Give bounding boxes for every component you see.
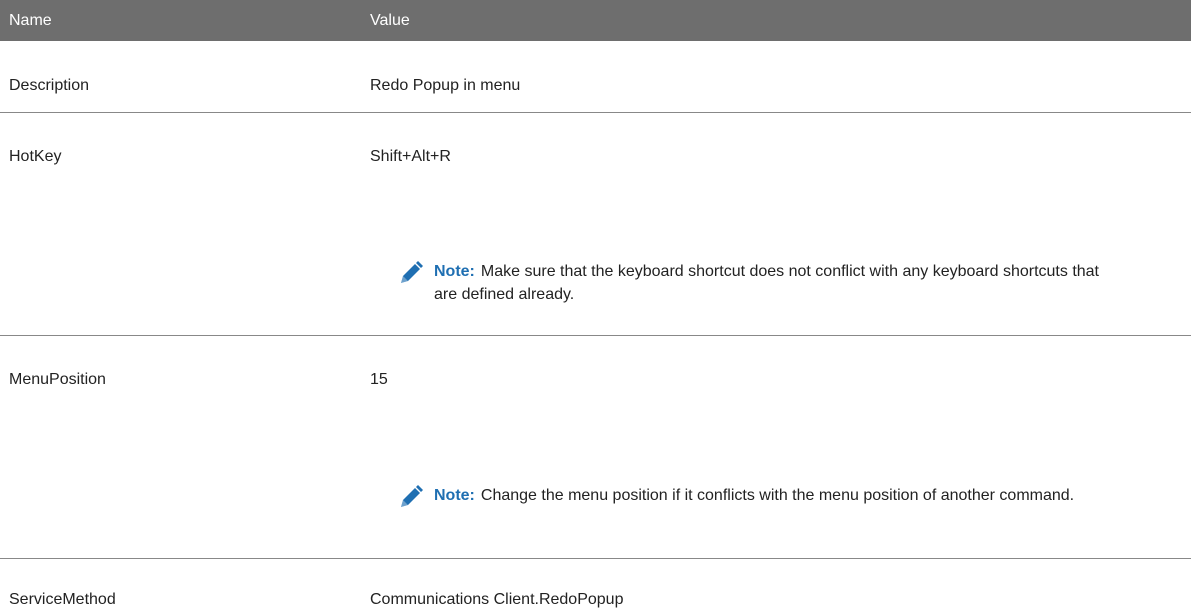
row-value: Redo Popup in menu bbox=[370, 77, 521, 94]
row-value: Communications Client.RedoPopup bbox=[370, 591, 624, 608]
row-value: 15 bbox=[370, 371, 388, 388]
table-header: Name Value bbox=[0, 0, 1191, 41]
note-text: Note: Make sure that the keyboard shortcu… bbox=[434, 260, 1118, 306]
table-row: MenuPosition 15 Note: Change the menu pos… bbox=[0, 336, 1191, 559]
row-name: Description bbox=[9, 77, 90, 94]
table-row: HotKey Shift+Alt+R Note: Make sure that t… bbox=[0, 113, 1191, 336]
row-name: MenuPosition bbox=[9, 371, 106, 388]
table-row: Description Redo Popup in menu bbox=[0, 41, 1191, 113]
row-name: ServiceMethod bbox=[9, 591, 116, 608]
note-body: Change the menu position if it conflicts… bbox=[480, 487, 1075, 504]
header-value: Value bbox=[370, 12, 410, 29]
table-row: ServiceMethod Communications Client.Redo… bbox=[0, 559, 1191, 609]
note-label: Note: bbox=[434, 487, 475, 504]
note-label: Note: bbox=[434, 263, 475, 280]
row-value: Shift+Alt+R bbox=[370, 148, 451, 165]
note-text: Note: Change the menu position if it conf… bbox=[434, 484, 1118, 507]
note: Note: Change the menu position if it conf… bbox=[398, 484, 1118, 507]
pencil-icon bbox=[401, 261, 423, 283]
header-name: Name bbox=[9, 12, 52, 29]
pencil-icon bbox=[401, 485, 423, 507]
note-body: Make sure that the keyboard shortcut doe… bbox=[434, 263, 1099, 303]
row-name: HotKey bbox=[9, 148, 62, 165]
note: Note: Make sure that the keyboard shortcu… bbox=[398, 260, 1118, 306]
properties-table: Name Value Description Redo Popup in men… bbox=[0, 0, 1191, 609]
